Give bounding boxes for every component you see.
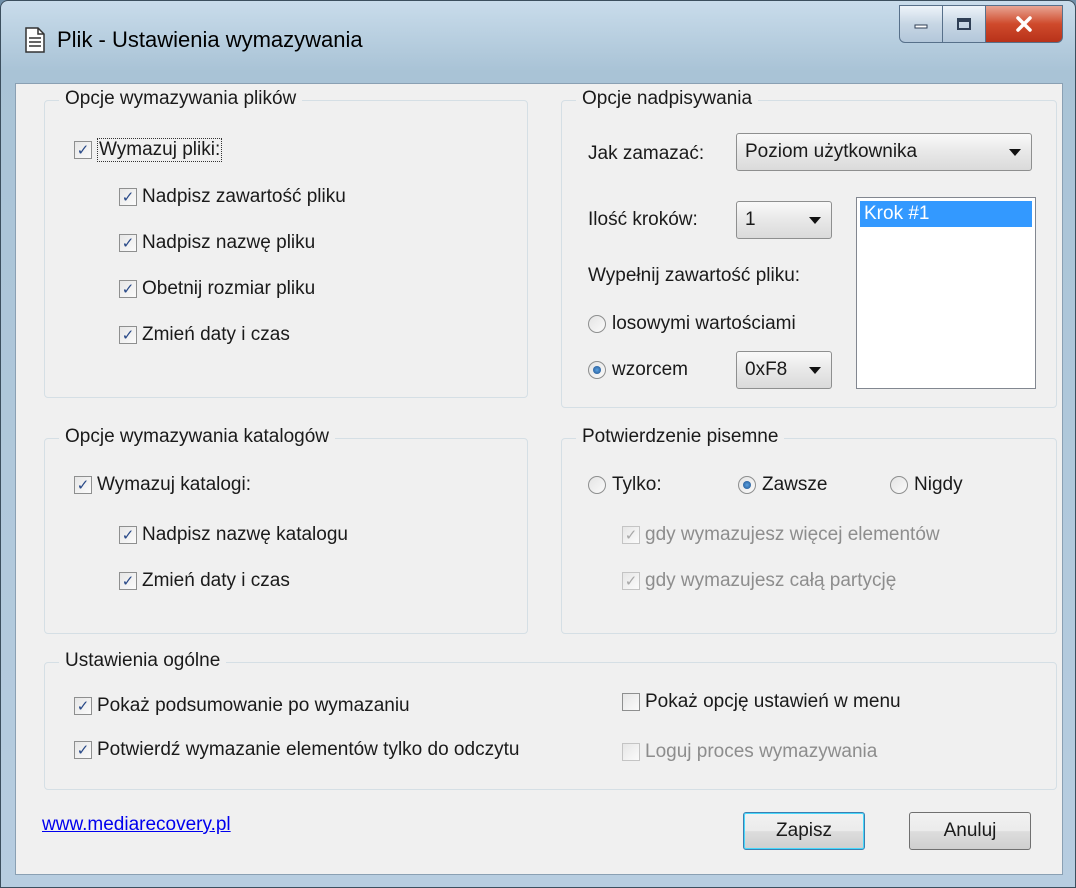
show-summary-label: Pokaż podsumowanie po wymazaniu <box>97 695 410 716</box>
confirm-always-radio[interactable]: Zawsze <box>738 474 827 496</box>
confirm-only-radio[interactable]: Tylko: <box>588 474 662 496</box>
dialog-window: Plik - Ustawienia wymazywania Opcje wyma… <box>0 0 1076 888</box>
checkmark-icon: ✓ <box>119 526 137 544</box>
checkmark-icon: ✓ <box>622 572 640 590</box>
show-summary-checkbox[interactable]: ✓ Pokaż podsumowanie po wymazaniu <box>74 695 410 717</box>
method-label: Jak zamazać: <box>588 143 705 164</box>
overwrite-name-checkbox[interactable]: ✓ Nadpisz nazwę pliku <box>119 232 315 254</box>
confirm-never-label: Nigdy <box>914 474 963 495</box>
confirm-readonly-label: Potwierdź wymazanie elementów tylko do o… <box>97 739 520 760</box>
confirm-partition-checkbox[interactable]: ✓ gdy wymazujesz całą partycję <box>622 570 896 592</box>
directories-group: Opcje wymazywania katalogów ✓ Wymazuj ka… <box>44 426 528 634</box>
confirm-partition-label: gdy wymazujesz całą partycję <box>645 570 897 591</box>
pattern-select[interactable]: 0xF8 <box>736 351 832 389</box>
steps-list-item[interactable]: Krok #1 <box>860 201 1032 227</box>
directories-group-title: Opcje wymazywania katalogów <box>59 426 336 448</box>
confirm-always-label: Zawsze <box>762 474 828 495</box>
change-dates-label: Zmień daty i czas <box>142 324 290 345</box>
pattern-value: 0xF8 <box>745 359 788 380</box>
maximize-icon <box>957 18 971 30</box>
files-group: Opcje wymazywania plików ✓ Wymazuj pliki… <box>44 88 528 398</box>
checkmark-icon: ✓ <box>622 526 640 544</box>
steps-listbox[interactable]: Krok #1 <box>856 197 1036 389</box>
method-value: Poziom użytkownika <box>745 141 918 162</box>
radio-icon <box>890 476 908 494</box>
radio-selected-icon <box>738 476 756 494</box>
fill-random-label: losowymi wartościami <box>612 313 796 334</box>
chevron-down-icon <box>1009 149 1021 156</box>
empty-checkbox-icon <box>622 693 640 711</box>
steps-select[interactable]: 1 <box>736 201 832 239</box>
checkmark-icon: ✓ <box>74 476 92 494</box>
dir-change-dates-label: Zmień daty i czas <box>142 570 290 591</box>
overwrite-group-title: Opcje nadpisywania <box>576 88 759 110</box>
erase-directories-checkbox[interactable]: ✓ Wymazuj katalogi: <box>74 474 251 496</box>
confirm-never-radio[interactable]: Nigdy <box>890 474 963 496</box>
overwrite-dirname-label: Nadpisz nazwę katalogu <box>142 524 348 545</box>
radio-icon <box>588 315 606 333</box>
cancel-button[interactable]: Anuluj <box>909 812 1031 850</box>
chevron-down-icon <box>809 217 821 224</box>
checkmark-icon: ✓ <box>119 326 137 344</box>
minimize-icon <box>914 24 928 29</box>
overwrite-name-label: Nadpisz nazwę pliku <box>142 232 316 253</box>
dir-change-dates-checkbox[interactable]: ✓ Zmień daty i czas <box>119 570 290 592</box>
dialog-client: Opcje wymazywania plików ✓ Wymazuj pliki… <box>15 83 1063 875</box>
checkmark-icon: ✓ <box>119 280 137 298</box>
confirmation-group-title: Potwierdzenie pisemne <box>576 426 785 448</box>
minimize-button[interactable] <box>899 5 943 43</box>
general-group: Ustawienia ogólne ✓ Pokaż podsumowanie p… <box>44 650 1057 790</box>
document-icon <box>25 27 45 53</box>
checkmark-icon: ✓ <box>119 188 137 206</box>
fill-random-radio[interactable]: losowymi wartościami <box>588 313 796 335</box>
fill-pattern-label: wzorcem <box>612 359 689 380</box>
checkmark-icon: ✓ <box>74 741 92 759</box>
erase-directories-label: Wymazuj katalogi: <box>97 474 251 495</box>
files-group-title: Opcje wymazywania plików <box>59 88 303 110</box>
method-select[interactable]: Poziom użytkownika <box>736 133 1032 171</box>
show-menu-option-label: Pokaż opcję ustawień w menu <box>645 691 901 712</box>
maximize-button[interactable] <box>943 5 986 43</box>
chevron-down-icon <box>809 367 821 374</box>
overwrite-content-checkbox[interactable]: ✓ Nadpisz zawartość pliku <box>119 186 346 208</box>
erase-files-checkbox[interactable]: ✓ Wymazuj pliki: <box>74 138 223 162</box>
overwrite-content-label: Nadpisz zawartość pliku <box>142 186 346 207</box>
empty-checkbox-icon <box>622 743 640 761</box>
log-process-label: Loguj proces wymazywania <box>645 741 878 762</box>
overwrite-group: Opcje nadpisywania Jak zamazać: Poziom u… <box>561 88 1057 408</box>
confirm-multiple-checkbox[interactable]: ✓ gdy wymazujesz więcej elementów <box>622 524 940 546</box>
fill-pattern-radio[interactable]: wzorcem <box>588 359 688 381</box>
checkmark-icon: ✓ <box>119 234 137 252</box>
change-dates-checkbox[interactable]: ✓ Zmień daty i czas <box>119 324 290 346</box>
truncate-size-label: Obetnij rozmiar pliku <box>142 278 316 299</box>
steps-label: Ilość kroków: <box>588 209 698 230</box>
checkmark-icon: ✓ <box>119 572 137 590</box>
window-controls <box>899 5 1063 43</box>
title-bar[interactable]: Plik - Ustawienia wymazywania <box>1 1 1075 83</box>
checkmark-icon: ✓ <box>74 141 92 159</box>
confirmation-group: Potwierdzenie pisemne Tylko: Zawsze Nigd… <box>561 426 1057 634</box>
checkmark-icon: ✓ <box>74 697 92 715</box>
show-menu-option-checkbox[interactable]: Pokaż opcję ustawień w menu <box>622 691 901 713</box>
radio-selected-icon <box>588 361 606 379</box>
erase-files-label: Wymazuj pliki: <box>97 138 223 162</box>
website-link[interactable]: www.mediarecovery.pl <box>42 814 231 836</box>
general-group-title: Ustawienia ogólne <box>59 650 227 672</box>
window-title: Plik - Ustawienia wymazywania <box>57 27 363 52</box>
fill-label: Wypełnij zawartość pliku: <box>588 265 801 286</box>
steps-value: 1 <box>745 209 756 230</box>
confirm-only-label: Tylko: <box>612 474 662 495</box>
log-process-checkbox[interactable]: Loguj proces wymazywania <box>622 741 877 763</box>
radio-icon <box>588 476 606 494</box>
close-button[interactable] <box>986 5 1063 43</box>
close-icon <box>1016 16 1032 32</box>
confirm-readonly-checkbox[interactable]: ✓ Potwierdź wymazanie elementów tylko do… <box>74 739 519 761</box>
save-button[interactable]: Zapisz <box>743 812 865 850</box>
truncate-size-checkbox[interactable]: ✓ Obetnij rozmiar pliku <box>119 278 315 300</box>
confirm-multiple-label: gdy wymazujesz więcej elementów <box>645 524 940 545</box>
overwrite-dirname-checkbox[interactable]: ✓ Nadpisz nazwę katalogu <box>119 524 348 546</box>
